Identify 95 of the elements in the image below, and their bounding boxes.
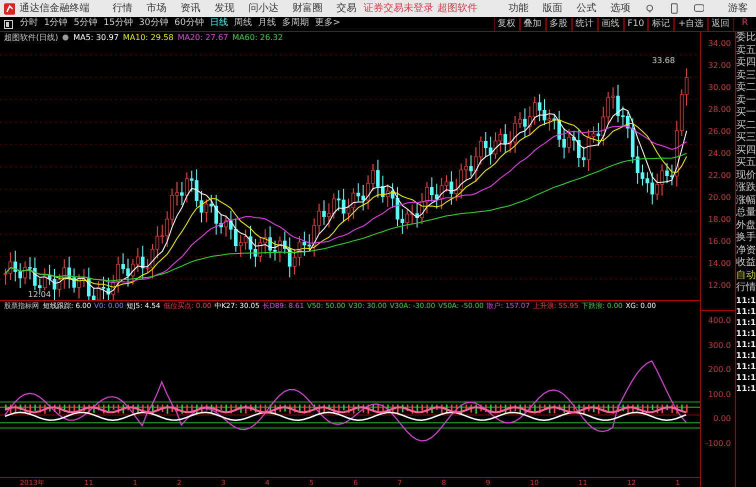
quote-field-label: 现价 — [736, 170, 756, 182]
period-tab[interactable]: 15分钟 — [100, 17, 136, 31]
menu-item[interactable]: 市场 — [139, 1, 174, 16]
high-price-mark: 33.68 — [652, 56, 675, 65]
toolbar-menu-item[interactable]: 选项 — [603, 1, 638, 16]
indicator-axis-label: 200.0 — [708, 364, 731, 376]
moving-average-value: MA10: 29.58 — [122, 32, 174, 44]
price-axis-label: 30.00 — [708, 82, 731, 94]
chart-action-button[interactable]: 叠加 — [520, 18, 546, 30]
quote-field-label: 买四 — [736, 144, 756, 157]
period-tab[interactable]: 30分钟 — [136, 17, 172, 31]
indicator-axis-label: 300.0 — [708, 340, 731, 352]
period-tab[interactable]: 月线 — [254, 17, 279, 31]
quote-field-label: 买五 — [736, 157, 756, 170]
bulb-icon[interactable] — [645, 4, 655, 14]
toolbar-menu-item[interactable]: 公式 — [569, 1, 604, 16]
menu-item[interactable]: 发现 — [207, 1, 242, 16]
period-tab[interactable]: 日线 — [206, 17, 231, 31]
login-status: 证券交易未登录 — [363, 2, 434, 16]
panel-toggle-icon[interactable] — [4, 20, 13, 28]
trade-time: 11:1 — [736, 316, 756, 328]
quote-field-label: 涨幅 — [736, 194, 756, 206]
price-axis-label: 18.00 — [708, 214, 731, 226]
quote-field-label: 涨跌 — [736, 182, 756, 194]
quote-field-label: 委比 — [736, 32, 756, 44]
message-icon[interactable] — [694, 4, 704, 13]
chart-action-button[interactable]: 画线 — [598, 18, 624, 30]
period-tab[interactable]: 多周期 — [278, 17, 312, 31]
moving-average-value: MA5: 30.97 — [73, 32, 119, 44]
menu-item[interactable]: 交易 — [329, 1, 364, 16]
period-tab[interactable]: 1分钟 — [41, 17, 71, 31]
period-tab[interactable]: 5分钟 — [70, 17, 100, 31]
price-axis-label: 14.00 — [708, 258, 731, 270]
price-axis-label: 28.00 — [708, 104, 731, 116]
quote-field-label: 总量 — [736, 207, 756, 220]
price-axis-label: 20.00 — [708, 192, 731, 204]
corner-badge[interactable]: R — [742, 17, 748, 31]
period-tab[interactable]: 更多> — [312, 17, 344, 31]
price-axis-label: 16.00 — [708, 236, 731, 248]
price-axis-label: 22.00 — [708, 170, 731, 182]
quote-field-label: 净资 — [736, 244, 756, 257]
trade-time: 11:1 — [736, 350, 756, 360]
period-tab[interactable]: 周线 — [230, 17, 255, 31]
auto-mode-label[interactable]: 自动 — [736, 270, 756, 282]
price-axis-label: 32.00 — [708, 60, 731, 72]
app-title: 通达信金融终端 — [19, 2, 90, 16]
menu-item[interactable]: 财富圈 — [285, 1, 330, 16]
indicator-axis-label: 0.00 — [713, 413, 731, 426]
quote-field-label: 换手 — [736, 232, 756, 244]
chart-action-button[interactable]: 复权 — [494, 18, 520, 30]
quote-field-label: 买一 — [736, 107, 756, 120]
chart-title: 超图软件(日线) — [4, 32, 58, 44]
quote-field-label: 外盘 — [736, 220, 756, 232]
price-axis-label: 26.00 — [708, 126, 731, 138]
price-axis-label: 12.00 — [708, 280, 731, 292]
chart-action-button[interactable]: 返回 — [708, 18, 734, 30]
chart-action-button[interactable]: +自选 — [674, 18, 708, 30]
trade-time: 11:1 — [736, 360, 756, 372]
quote-field-label: 买三 — [736, 132, 756, 144]
toolbar-menu-item[interactable]: 版面 — [535, 1, 570, 16]
trade-time: 11:1 — [736, 382, 756, 394]
period-tab[interactable]: 60分钟 — [171, 17, 207, 31]
menu-item[interactable]: 资讯 — [173, 1, 208, 16]
chart-action-button[interactable]: 标记 — [648, 18, 674, 30]
app-logo-icon — [4, 2, 16, 14]
menu-item[interactable]: 问小达 — [241, 1, 286, 16]
chart-action-button[interactable]: F10 — [624, 18, 648, 30]
quote-field-label: 买二 — [736, 120, 756, 132]
user-label[interactable]: 游客 — [728, 1, 748, 16]
quote-field-label: 卖五 — [736, 44, 756, 56]
quote-field-label: 收益 — [736, 257, 756, 270]
toolbar-menu-item[interactable]: 功能 — [501, 1, 536, 16]
trade-time: 11:1 — [736, 294, 756, 306]
quote-field-label: 卖四 — [736, 57, 756, 70]
chart-action-button[interactable]: 统计 — [572, 18, 598, 30]
quote-mode-label[interactable]: 行情 — [736, 282, 756, 294]
chart-action-button[interactable]: 多股 — [546, 18, 572, 30]
indicator-axis-label: -100.0 — [705, 438, 731, 450]
trade-time: 11:1 — [736, 328, 756, 338]
trade-time: 11:1 — [736, 306, 756, 316]
period-tab[interactable]: 分时 — [17, 17, 41, 31]
price-axis-label: 34.00 — [708, 38, 731, 50]
brand-link[interactable]: 超图软件 — [437, 1, 478, 16]
trade-time: 11:1 — [736, 338, 756, 350]
moving-average-value: MA20: 27.67 — [178, 32, 228, 44]
price-axis-label: 24.00 — [708, 148, 731, 160]
quote-field-label: 卖一 — [736, 94, 756, 107]
indicator-axis-label: 100.0 — [708, 388, 731, 401]
quote-field-label: 卖三 — [736, 70, 756, 82]
menu-item[interactable]: 行情 — [105, 1, 140, 16]
trade-time: 11:1 — [736, 372, 756, 382]
moving-average-value: MA60: 26.32 — [232, 32, 283, 44]
quote-field-label: 卖二 — [736, 82, 756, 94]
indicator-axis-label: 400.0 — [708, 315, 731, 327]
phone-icon[interactable] — [670, 3, 678, 14]
